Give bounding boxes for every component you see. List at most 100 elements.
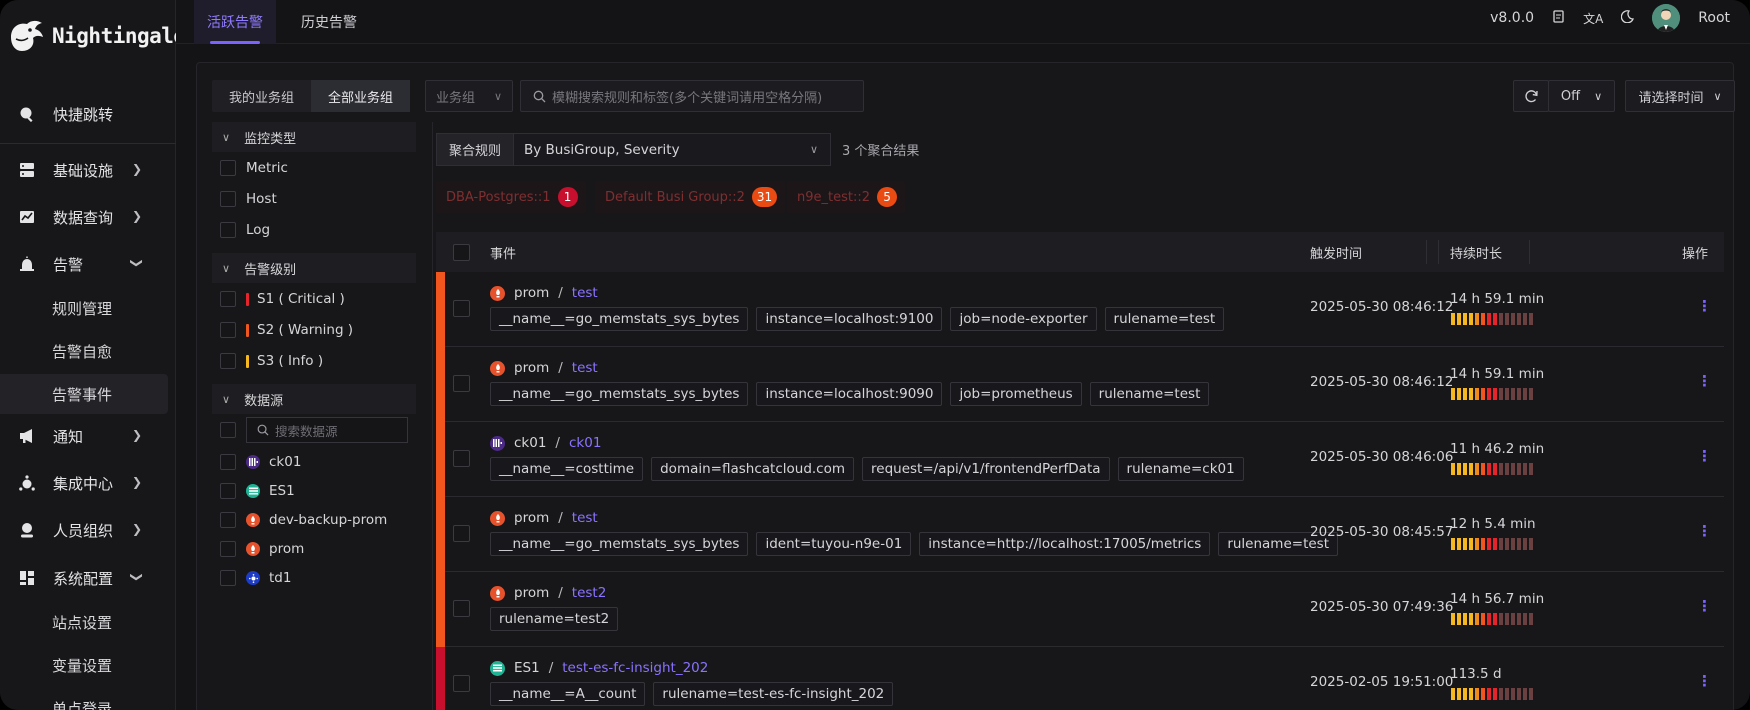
sidebar-item-integration-center[interactable]: 集成中心 ❯ bbox=[0, 462, 176, 504]
row-checkbox[interactable] bbox=[453, 375, 470, 392]
busigroup-select[interactable]: 业务组 ∨ bbox=[425, 80, 513, 112]
sidebar-item-organization[interactable]: 人员组织 ❯ bbox=[0, 509, 176, 551]
event-rule-link[interactable]: test2 bbox=[572, 585, 607, 601]
label-tag[interactable]: __name__=costtime bbox=[490, 457, 644, 481]
event-rule-link[interactable]: test-es-fc-insight_202 bbox=[562, 660, 708, 676]
filter-section-severity[interactable]: ∨ 告警级别 bbox=[212, 253, 416, 283]
label-tag[interactable]: __name__=go_memstats_sys_bytes bbox=[490, 532, 749, 556]
checkbox[interactable] bbox=[220, 512, 236, 528]
label-tag[interactable]: job=prometheus bbox=[950, 382, 1082, 406]
label-tag[interactable]: instance=localhost:9090 bbox=[756, 382, 943, 406]
row-checkbox[interactable] bbox=[453, 525, 470, 542]
label-tag[interactable]: domain=flashcatcloud.com bbox=[651, 457, 855, 481]
row-checkbox[interactable] bbox=[453, 450, 470, 467]
row-checkbox[interactable] bbox=[453, 675, 470, 692]
row-checkbox[interactable] bbox=[453, 300, 470, 317]
event-rule-link[interactable]: ck01 bbox=[569, 435, 601, 451]
label-tag[interactable]: request=/api/v1/frontendPerfData bbox=[862, 457, 1110, 481]
filter-section-datasource[interactable]: ∨ 数据源 bbox=[212, 384, 416, 414]
aggregation-chip-default-busi-group[interactable]: Default Busi Group::2 31 bbox=[595, 181, 786, 213]
filter-item-s1[interactable]: S1 ( Critical ) bbox=[220, 288, 345, 310]
filter-item-metric[interactable]: Metric bbox=[220, 157, 288, 179]
refresh-button[interactable] bbox=[1513, 80, 1549, 112]
sidebar-item-notification[interactable]: 通知 ❯ bbox=[0, 415, 176, 457]
checkbox[interactable] bbox=[220, 483, 236, 499]
tab-active-alerts[interactable]: 活跃告警 bbox=[194, 0, 276, 44]
filter-item-log[interactable]: Log bbox=[220, 219, 270, 241]
sidebar-item-infrastructure[interactable]: 基础设施 ❯ bbox=[0, 149, 176, 191]
sidebar-item-quick-jump[interactable]: 快捷跳转 bbox=[0, 93, 176, 135]
filter-section-monitor-type[interactable]: ∨ 监控类型 bbox=[212, 122, 416, 152]
more-actions-icon[interactable]: ⋮ bbox=[1697, 372, 1712, 390]
table-row[interactable]: prom / test __name__=go_memstats_sys_bytes i… bbox=[436, 497, 1724, 572]
all-groups-button[interactable]: 全部业务组 bbox=[311, 80, 411, 112]
datasource-item-dev-backup-prom[interactable]: dev-backup-prom bbox=[220, 509, 387, 531]
select-all-checkbox[interactable] bbox=[453, 232, 470, 272]
table-row[interactable]: prom / test __name__=go_memstats_sys_bytes i… bbox=[436, 347, 1724, 422]
sidebar-item-system-config[interactable]: 系统配置 ❯ bbox=[0, 557, 176, 599]
label-tag[interactable]: rulename=test-es-fc-insight_202 bbox=[653, 682, 894, 706]
datasource-item-td1[interactable]: td1 bbox=[220, 567, 291, 589]
filter-item-s3[interactable]: S3 ( Info ) bbox=[220, 350, 323, 372]
more-actions-icon[interactable]: ⋮ bbox=[1697, 597, 1712, 615]
checkbox[interactable] bbox=[220, 222, 236, 238]
checkbox[interactable] bbox=[220, 191, 236, 207]
datasource-item-ck01[interactable]: ck01 bbox=[220, 451, 301, 473]
label-tag[interactable]: rulename=test bbox=[1104, 307, 1225, 331]
more-actions-icon[interactable]: ⋮ bbox=[1697, 447, 1712, 465]
my-groups-button[interactable]: 我的业务组 bbox=[212, 80, 311, 112]
datasource-item-es1[interactable]: ES1 bbox=[220, 480, 295, 502]
sidebar-sub-site-settings[interactable]: 站点设置 bbox=[0, 602, 168, 642]
table-row[interactable]: prom / test2 rulename=test2 2025-05-30 07:49… bbox=[436, 572, 1724, 647]
checkbox[interactable] bbox=[220, 322, 236, 338]
more-actions-icon[interactable]: ⋮ bbox=[1697, 672, 1712, 690]
auto-refresh-select[interactable]: Off ∨ bbox=[1548, 80, 1615, 112]
label-tag[interactable]: instance=http://localhost:17005/metrics bbox=[919, 532, 1211, 556]
label-tag[interactable]: __name__=A__count bbox=[490, 682, 646, 706]
label-tag[interactable]: rulename=ck01 bbox=[1117, 457, 1244, 481]
label-tag[interactable]: instance=localhost:9100 bbox=[756, 307, 943, 331]
search-input[interactable]: 模糊搜索规则和标签(多个关键词请用空格分隔) bbox=[520, 80, 864, 112]
filter-item-host[interactable]: Host bbox=[220, 188, 277, 210]
time-range-select[interactable]: 请选择时间 ∨ bbox=[1625, 80, 1735, 112]
event-rule-link[interactable]: test bbox=[572, 285, 598, 301]
label-tag[interactable]: __name__=go_memstats_sys_bytes bbox=[490, 382, 749, 406]
sidebar-sub-rule-management[interactable]: 规则管理 bbox=[0, 288, 168, 328]
checkbox[interactable] bbox=[220, 570, 236, 586]
datasource-item-prom[interactable]: prom bbox=[220, 538, 304, 560]
more-actions-icon[interactable]: ⋮ bbox=[1697, 297, 1712, 315]
checkbox[interactable] bbox=[220, 353, 236, 369]
more-actions-icon[interactable]: ⋮ bbox=[1697, 522, 1712, 540]
checkbox[interactable] bbox=[220, 541, 236, 557]
sidebar-item-data-query[interactable]: 数据查询 ❯ bbox=[0, 196, 176, 238]
aggregation-select[interactable]: By BusiGroup, Severity ∨ bbox=[513, 133, 831, 166]
aggregation-chip-dba-postgres[interactable]: DBA-Postgres::1 1 bbox=[436, 181, 586, 213]
datasource-search-input[interactable]: 搜索数据源 bbox=[246, 417, 408, 443]
header-duration[interactable]: 持续时长 bbox=[1450, 232, 1502, 272]
language-icon[interactable]: 文A bbox=[1583, 10, 1603, 27]
event-rule-link[interactable]: test bbox=[572, 510, 598, 526]
sidebar-item-alerting[interactable]: 告警 ❯ bbox=[0, 243, 176, 285]
header-trigger-time[interactable]: 触发时间 bbox=[1310, 232, 1362, 272]
table-row[interactable]: ck01 / ck01 __name__=costtime domain=flashca… bbox=[436, 422, 1724, 497]
tab-history-alerts[interactable]: 历史告警 bbox=[288, 0, 370, 44]
logo[interactable]: Nightingale bbox=[8, 14, 186, 58]
checkbox[interactable] bbox=[220, 291, 236, 307]
checkbox[interactable] bbox=[220, 160, 236, 176]
sidebar-sub-alert-self-healing[interactable]: 告警自愈 bbox=[0, 331, 168, 371]
avatar[interactable] bbox=[1652, 4, 1681, 32]
aggregation-chip-n9e-test[interactable]: n9e_test::2 5 bbox=[787, 181, 906, 213]
sidebar-sub-variable-settings[interactable]: 变量设置 bbox=[0, 645, 168, 685]
sidebar-sub-sso[interactable]: 单点登录 bbox=[0, 688, 168, 710]
moon-icon[interactable] bbox=[1621, 9, 1635, 27]
checkbox[interactable] bbox=[220, 454, 236, 470]
label-tag[interactable]: rulename=test2 bbox=[490, 607, 619, 631]
table-row[interactable]: prom / test __name__=go_memstats_sys_bytes i… bbox=[436, 272, 1724, 347]
sidebar-sub-alert-events[interactable]: 告警事件 bbox=[0, 374, 168, 414]
label-tag[interactable]: __name__=go_memstats_sys_bytes bbox=[490, 307, 749, 331]
label-tag[interactable]: rulename=test bbox=[1089, 382, 1210, 406]
select-all-checkbox[interactable] bbox=[220, 422, 236, 438]
label-tag[interactable]: ident=tuyou-n9e-01 bbox=[756, 532, 912, 556]
docs-icon[interactable] bbox=[1552, 9, 1565, 27]
table-row[interactable]: ES1 / test-es-fc-insight_202 __name__=A__co… bbox=[436, 647, 1724, 710]
